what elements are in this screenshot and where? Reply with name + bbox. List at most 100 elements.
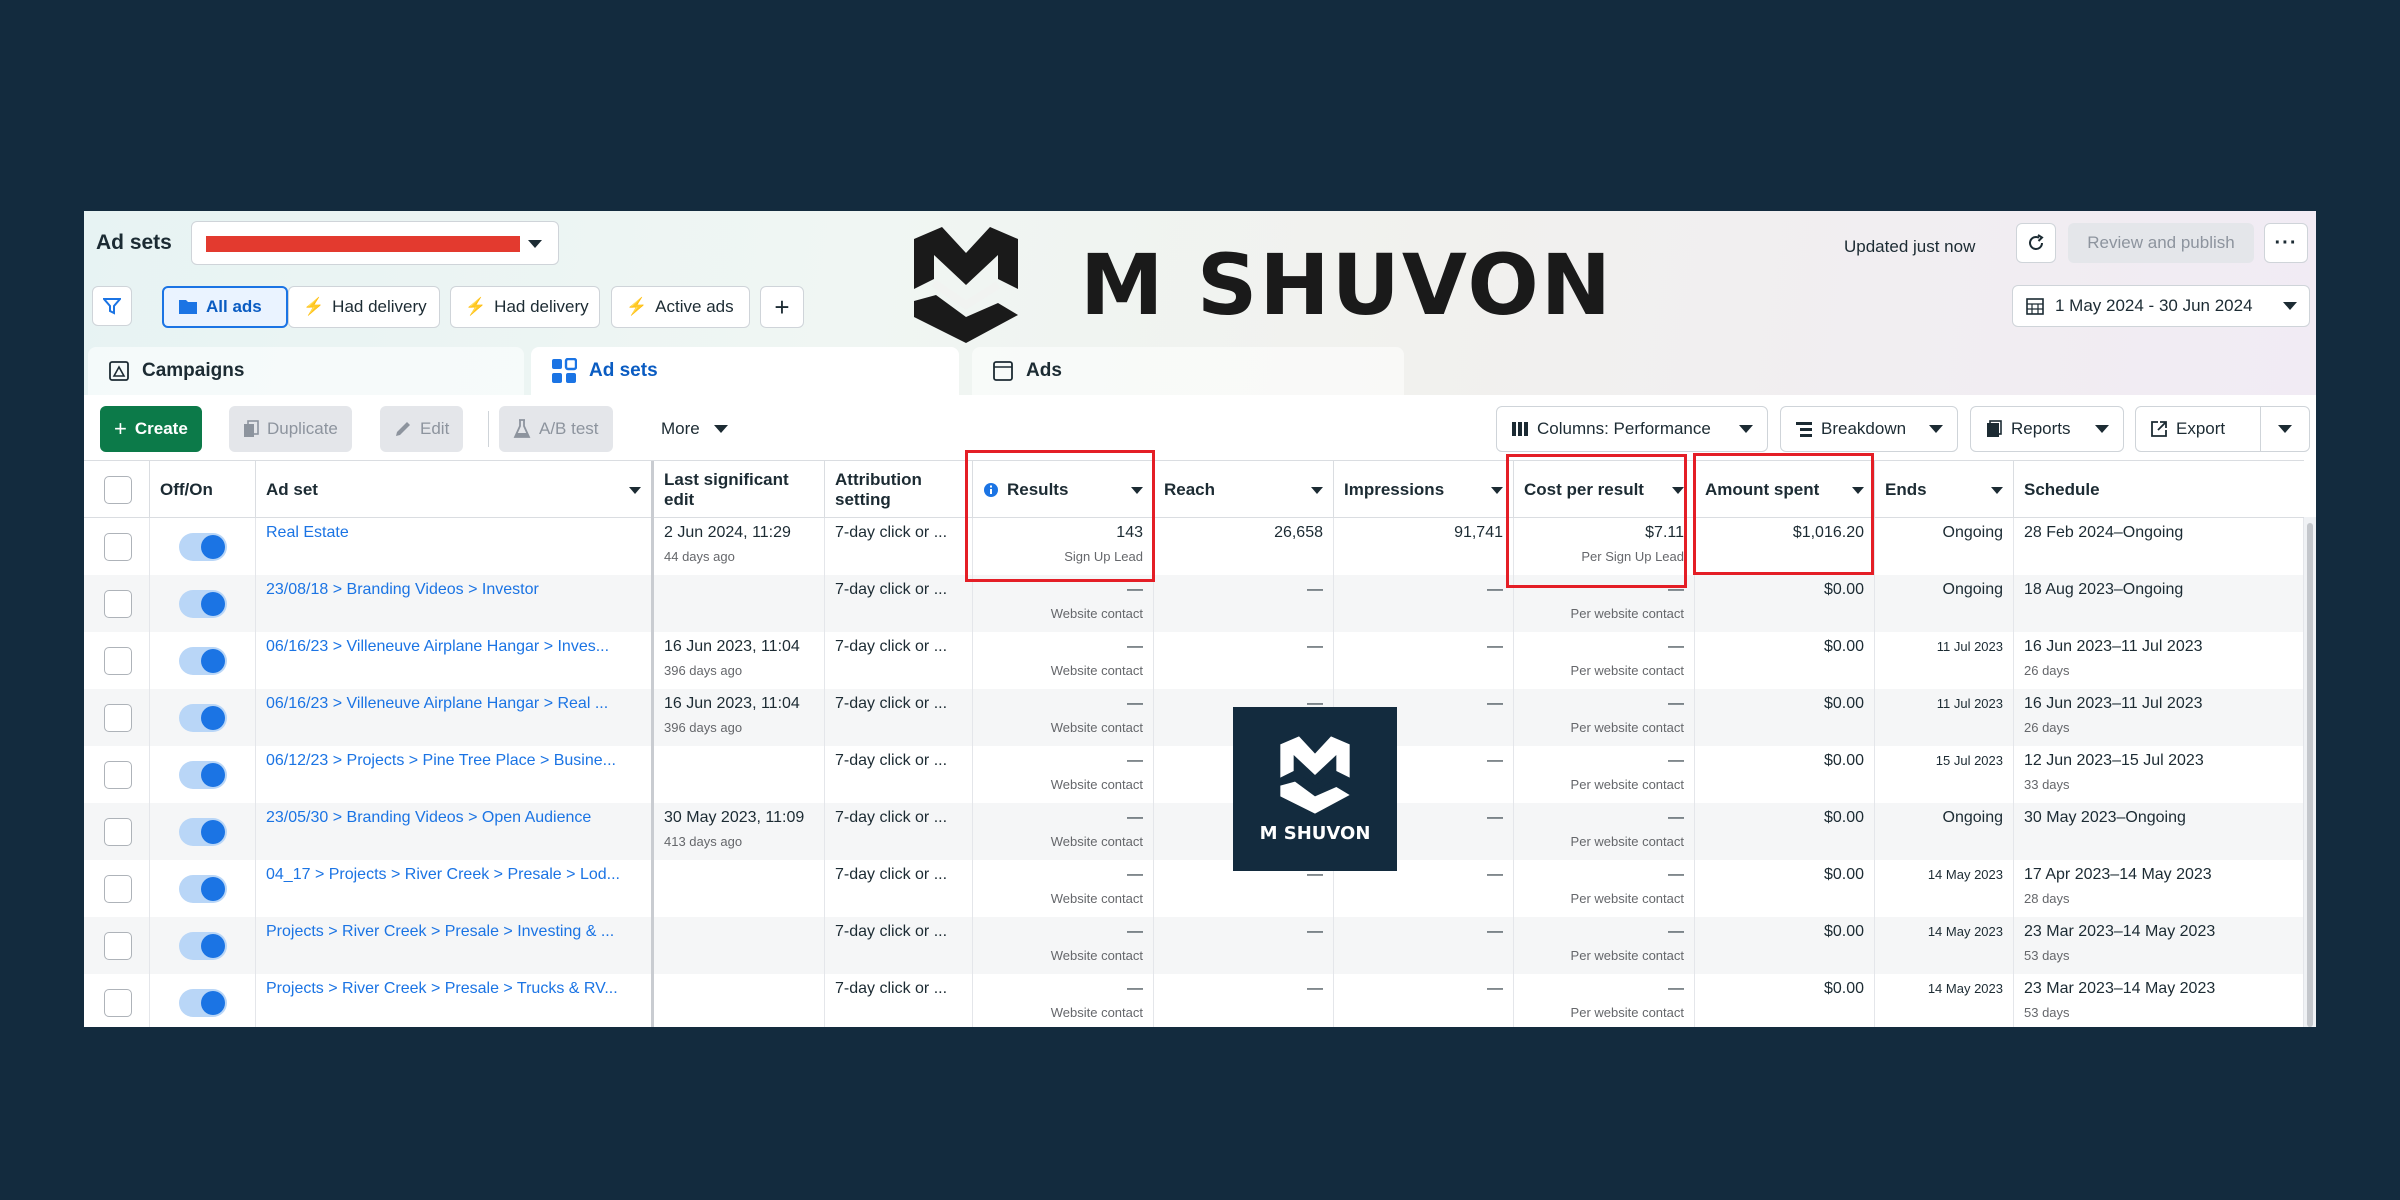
row-checkbox[interactable] bbox=[104, 761, 132, 789]
attribution-value: 7-day click or ... bbox=[835, 980, 948, 997]
header-schedule[interactable]: Schedule bbox=[2014, 461, 2304, 519]
select-all-checkbox[interactable] bbox=[104, 476, 132, 504]
header-offon[interactable]: Off/On bbox=[150, 461, 256, 519]
delivery-toggle[interactable] bbox=[179, 932, 227, 960]
adset-name-link[interactable]: Projects > River Creek > Presale > Inves… bbox=[266, 923, 614, 940]
row-checkbox[interactable] bbox=[104, 989, 132, 1017]
table-scrollbar-thumb[interactable] bbox=[2307, 523, 2313, 1027]
tab-ads[interactable]: Ads bbox=[972, 347, 1404, 395]
table-row[interactable]: Real Estate 2 Jun 2024, 11:29 44 days ago 7… bbox=[84, 518, 2304, 575]
table-row[interactable]: Projects > River Creek > Presale > Truck… bbox=[84, 974, 2304, 1027]
row-checkbox[interactable] bbox=[104, 818, 132, 846]
review-and-publish-button[interactable]: Review and publish bbox=[2068, 223, 2254, 263]
last-edit-subtext: 396 days ago bbox=[664, 663, 743, 678]
create-button-label: Create bbox=[134, 419, 188, 438]
row-checkbox[interactable] bbox=[104, 647, 132, 675]
table-row[interactable]: 06/16/23 > Villeneuve Airplane Hangar > … bbox=[84, 689, 2304, 746]
header-impressions[interactable]: Impressions bbox=[1334, 461, 1514, 519]
header-ends[interactable]: Ends bbox=[1875, 461, 2014, 519]
header-adset-label: Ad set bbox=[266, 480, 318, 500]
breakdown-button[interactable]: Breakdown bbox=[1780, 406, 1958, 452]
row-checkbox[interactable] bbox=[104, 932, 132, 960]
table-row[interactable]: 06/12/23 > Projects > Pine Tree Place > … bbox=[84, 746, 2304, 803]
header-attribution[interactable]: Attribution setting bbox=[825, 461, 973, 519]
filter-all-ads[interactable]: All ads bbox=[162, 286, 288, 328]
refresh-button[interactable] bbox=[2016, 223, 2056, 263]
reach-value: — bbox=[1307, 581, 1323, 598]
export-menu-button[interactable] bbox=[2260, 406, 2310, 452]
row-checkbox[interactable] bbox=[104, 875, 132, 903]
adset-name-link[interactable]: Projects > River Creek > Presale > Truck… bbox=[266, 980, 618, 997]
header-reach[interactable]: Reach bbox=[1154, 461, 1334, 519]
sort-caret-icon[interactable] bbox=[1311, 487, 1323, 494]
attribution-value: 7-day click or ... bbox=[835, 638, 948, 655]
delivery-toggle[interactable] bbox=[179, 590, 227, 618]
table-row[interactable]: 23/05/30 > Branding Videos > Open Audien… bbox=[84, 803, 2304, 860]
row-checkbox[interactable] bbox=[104, 590, 132, 618]
attribution-value: 7-day click or ... bbox=[835, 923, 948, 940]
row-impressions-cell: — bbox=[1334, 917, 1514, 974]
toggle-knob bbox=[201, 991, 225, 1015]
chevron-down-icon bbox=[2278, 425, 2292, 433]
adset-name-link[interactable]: 06/16/23 > Villeneuve Airplane Hangar > … bbox=[266, 638, 609, 655]
filter-active-ads[interactable]: ⚡ Active ads bbox=[611, 286, 750, 328]
tab-campaigns[interactable]: Campaigns bbox=[88, 347, 524, 395]
watermark-badge: M SHUVON bbox=[1233, 707, 1397, 871]
sort-caret-icon[interactable] bbox=[1491, 487, 1503, 494]
tab-ad-sets[interactable]: Ad sets bbox=[531, 347, 959, 395]
header-last-edit[interactable]: Last significant edit bbox=[654, 461, 825, 519]
sort-caret-icon[interactable] bbox=[1991, 487, 2003, 494]
duplicate-button[interactable]: Duplicate bbox=[229, 406, 352, 452]
delivery-toggle[interactable] bbox=[179, 761, 227, 789]
amount-spent-value: $0.00 bbox=[1823, 752, 1864, 769]
adset-name-link[interactable]: 06/16/23 > Villeneuve Airplane Hangar > … bbox=[266, 695, 608, 712]
adset-name-link[interactable]: 06/12/23 > Projects > Pine Tree Place > … bbox=[266, 752, 616, 769]
table-row[interactable]: 06/16/23 > Villeneuve Airplane Hangar > … bbox=[84, 632, 2304, 689]
ad-account-select[interactable] bbox=[191, 221, 559, 265]
filter-button[interactable] bbox=[92, 286, 132, 326]
adset-name-link[interactable]: 04_17 > Projects > River Creek > Presale… bbox=[266, 866, 620, 883]
filter-had-delivery-1[interactable]: ⚡ Had delivery bbox=[288, 286, 440, 328]
cost-per-result-subtext: Per website contact bbox=[1570, 663, 1684, 678]
table-row[interactable]: 04_17 > Projects > River Creek > Presale… bbox=[84, 860, 2304, 917]
table-row[interactable]: 23/08/18 > Branding Videos > Investor 7-d… bbox=[84, 575, 2304, 632]
attribution-value: 7-day click or ... bbox=[835, 866, 948, 883]
date-range-picker[interactable]: 1 May 2024 - 30 Jun 2024 bbox=[2012, 285, 2310, 327]
impressions-value: — bbox=[1487, 752, 1503, 769]
row-last-edit-cell bbox=[654, 860, 825, 917]
row-checkbox[interactable] bbox=[104, 533, 132, 561]
delivery-toggle[interactable] bbox=[179, 647, 227, 675]
delivery-toggle[interactable] bbox=[179, 704, 227, 732]
results-subtext: Website contact bbox=[1050, 1005, 1143, 1020]
reports-button[interactable]: Reports bbox=[1970, 406, 2124, 452]
calendar-icon bbox=[2026, 298, 2044, 315]
row-checkbox[interactable] bbox=[104, 704, 132, 732]
adset-name-link[interactable]: Real Estate bbox=[266, 524, 349, 541]
sort-caret-icon[interactable] bbox=[629, 487, 641, 494]
schedule-value: 16 Jun 2023–11 Jul 2023 bbox=[2024, 695, 2203, 712]
attribution-value: 7-day click or ... bbox=[835, 524, 948, 541]
delivery-toggle[interactable] bbox=[179, 818, 227, 846]
row-amount-spent-cell: $0.00 bbox=[1695, 575, 1875, 632]
columns-button[interactable]: Columns: Performance bbox=[1496, 406, 1768, 452]
adset-name-link[interactable]: 23/08/18 > Branding Videos > Investor bbox=[266, 581, 539, 598]
row-cost-per-result-cell: — Per website contact bbox=[1514, 689, 1695, 746]
table-row[interactable]: Projects > River Creek > Presale > Inves… bbox=[84, 917, 2304, 974]
export-button[interactable]: Export bbox=[2135, 406, 2261, 452]
delivery-toggle[interactable] bbox=[179, 875, 227, 903]
row-impressions-cell: — bbox=[1334, 632, 1514, 689]
row-last-edit-cell: 16 Jun 2023, 11:04 396 days ago bbox=[654, 632, 825, 689]
more-options-button[interactable]: ··· bbox=[2264, 223, 2308, 263]
filter-had-delivery-2[interactable]: ⚡ Had delivery bbox=[450, 286, 600, 328]
adset-name-link[interactable]: 23/05/30 > Branding Videos > Open Audien… bbox=[266, 809, 591, 826]
more-actions-button[interactable]: More bbox=[647, 406, 742, 452]
delivery-toggle[interactable] bbox=[179, 533, 227, 561]
ab-test-button[interactable]: A/B test bbox=[499, 406, 613, 452]
row-select-cell bbox=[84, 746, 150, 803]
header-adset[interactable]: Ad set bbox=[256, 461, 654, 519]
delivery-toggle[interactable] bbox=[179, 989, 227, 1017]
ends-value: Ongoing bbox=[1942, 809, 2004, 826]
create-button[interactable]: + Create bbox=[100, 406, 202, 452]
add-filter-button[interactable]: + bbox=[760, 286, 804, 328]
edit-button[interactable]: Edit bbox=[380, 406, 464, 452]
